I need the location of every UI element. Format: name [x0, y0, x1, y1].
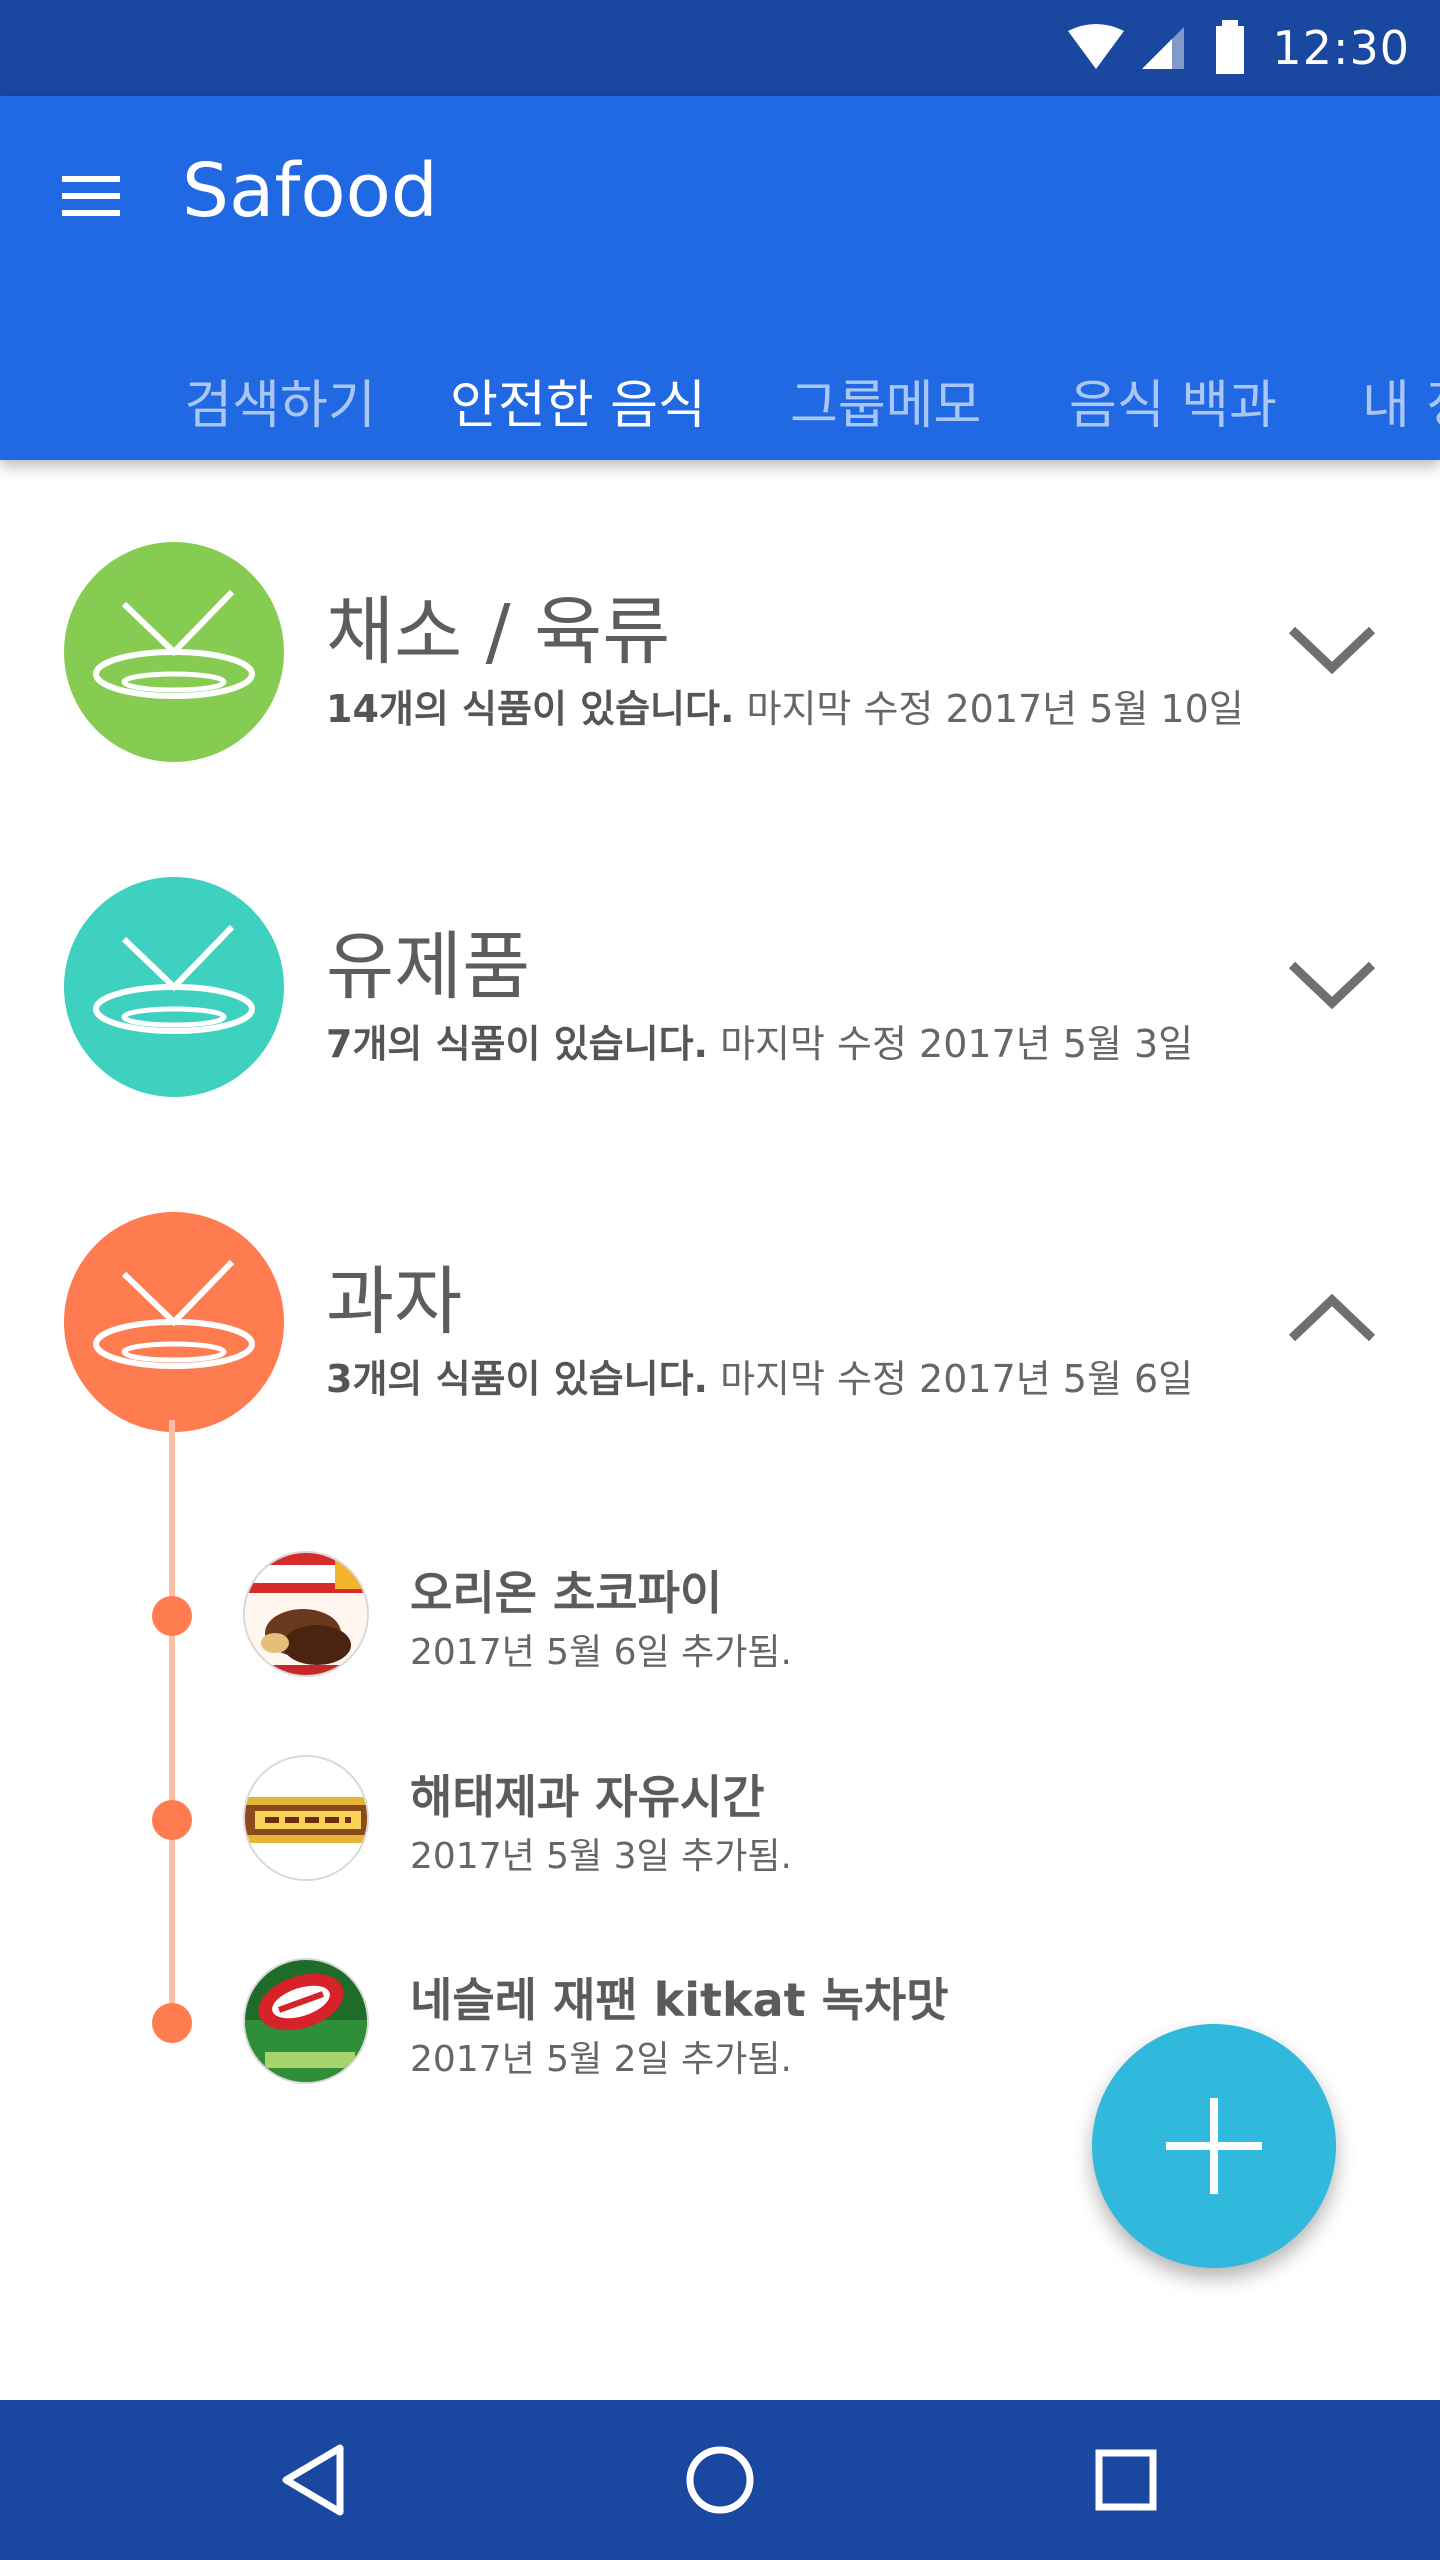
- category-vegetables-meat[interactable]: 채소 / 육류 14개의 식품이 있습니다. 마지막 수정 2017년 5월 1…: [0, 542, 1440, 772]
- category-snacks[interactable]: 과자 3개의 식품이 있습니다. 마지막 수정 2017년 5월 6일: [0, 1212, 1440, 1442]
- status-icons: 12:30: [1066, 0, 1440, 96]
- status-bar: 12:30: [0, 0, 1440, 96]
- category-modified: 마지막 수정 2017년 5월 6일: [720, 1357, 1194, 1401]
- menu-icon[interactable]: [40, 154, 144, 238]
- category-title: 채소 / 육류: [326, 589, 671, 675]
- category-subtitle: 7개의 식품이 있습니다. 마지막 수정 2017년 5월 3일: [326, 1013, 1193, 1068]
- category-count: 3개의 식품이 있습니다.: [326, 1357, 708, 1401]
- food-added-date: 2017년 5월 6일 추가됨.: [410, 1632, 792, 1673]
- cell-signal-icon: [1142, 27, 1185, 69]
- timeline-dot: [152, 2003, 192, 2043]
- category-count: 7개의 식품이 있습니다.: [326, 1022, 708, 1066]
- food-item-chocopie[interactable]: 오리온 초코파이 2017년 5월 6일 추가됨.: [0, 1551, 1200, 1681]
- category-icon: [64, 877, 284, 1097]
- timeline-line: [169, 1420, 175, 2020]
- chevron-down-icon[interactable]: [1280, 604, 1384, 688]
- dish-check-icon: [93, 589, 255, 699]
- food-name: 네슬레 재팬 kitkat 녹차맛: [410, 1973, 949, 2027]
- category-title: 과자: [326, 1259, 463, 1345]
- plus-icon: [1166, 2098, 1262, 2194]
- dish-check-icon: [93, 924, 255, 1034]
- system-nav-bar: [0, 2400, 1440, 2560]
- dish-check-icon: [93, 1259, 255, 1369]
- back-icon[interactable]: [256, 2430, 376, 2530]
- home-icon[interactable]: [660, 2430, 780, 2530]
- category-dairy[interactable]: 유제품 7개의 식품이 있습니다. 마지막 수정 2017년 5월 3일: [0, 877, 1440, 1107]
- category-title: 유제품: [326, 924, 531, 1010]
- tab-search[interactable]: 검색하기: [180, 336, 380, 460]
- food-item-kitkat[interactable]: 네슬레 재팬 kitkat 녹차맛 2017년 5월 2일 추가됨.: [0, 1958, 1200, 2088]
- category-subtitle: 14개의 식품이 있습니다. 마지막 수정 2017년 5월 10일: [326, 678, 1244, 733]
- recents-icon[interactable]: [1066, 2430, 1186, 2530]
- food-added-date: 2017년 5월 2일 추가됨.: [410, 2039, 792, 2080]
- category-icon: [64, 1212, 284, 1432]
- chevron-down-icon[interactable]: [1280, 939, 1384, 1023]
- kitkat-thumbnail: [243, 1958, 369, 2084]
- food-added-date: 2017년 5월 3일 추가됨.: [410, 1836, 792, 1877]
- jayusigan-thumbnail: [243, 1755, 369, 1881]
- battery-icon: [1216, 20, 1245, 74]
- category-modified: 마지막 수정 2017년 5월 10일: [746, 687, 1244, 731]
- timeline-dot: [152, 1800, 192, 1840]
- food-item-jayusigan[interactable]: 해태제과 자유시간 2017년 5월 3일 추가됨.: [0, 1755, 1200, 1885]
- tab-my-info[interactable]: 내 정: [1362, 336, 1440, 460]
- category-subtitle: 3개의 식품이 있습니다. 마지막 수정 2017년 5월 6일: [326, 1348, 1193, 1403]
- timeline-dot: [152, 1596, 192, 1636]
- category-modified: 마지막 수정 2017년 5월 3일: [720, 1022, 1194, 1066]
- chocopie-thumbnail: [243, 1551, 369, 1677]
- clock: 12:30: [1272, 21, 1410, 75]
- tab-group-memo[interactable]: 그룹메모: [790, 336, 981, 460]
- chevron-up-icon[interactable]: [1280, 1274, 1384, 1358]
- tab-bar: 검색하기 안전한 음식 그룹메모 음식 백과 내 정: [0, 336, 1440, 460]
- app-title: Safood: [182, 148, 438, 234]
- wifi-icon: [1068, 24, 1125, 69]
- category-count: 14개의 식품이 있습니다.: [326, 687, 735, 731]
- app-bar: Safood 검색하기 안전한 음식 그룹메모 음식 백과 내 정: [0, 96, 1440, 460]
- food-name: 해태제과 자유시간: [410, 1770, 765, 1824]
- food-name: 오리온 초코파이: [410, 1566, 723, 1620]
- category-icon: [64, 542, 284, 762]
- tab-food-encyclopedia[interactable]: 음식 백과: [1068, 336, 1278, 460]
- add-food-button[interactable]: [1092, 2024, 1336, 2268]
- tab-safe-food[interactable]: 안전한 음식: [448, 336, 708, 460]
